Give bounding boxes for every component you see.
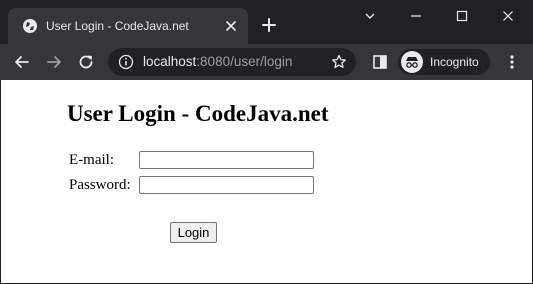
incognito-icon xyxy=(401,51,423,73)
tab-title: User Login - CodeJava.net xyxy=(46,19,189,33)
forward-arrow-icon[interactable] xyxy=(44,52,64,72)
new-tab-icon[interactable] xyxy=(260,16,278,34)
url-path: :8080/user/login xyxy=(196,54,293,69)
globe-icon xyxy=(23,19,37,33)
side-panel-icon[interactable] xyxy=(370,52,390,72)
password-field[interactable] xyxy=(139,176,314,194)
password-label: Password: xyxy=(69,177,131,193)
page-content: User Login - CodeJava.net E-mail: Passwo… xyxy=(1,80,532,283)
reload-icon[interactable] xyxy=(76,52,96,72)
maximize-icon[interactable] xyxy=(451,6,473,26)
close-icon[interactable] xyxy=(222,17,240,35)
address-bar[interactable]: localhost:8080/user/login xyxy=(108,48,356,76)
email-label: E-mail: xyxy=(69,152,114,168)
window-close-icon[interactable] xyxy=(497,6,519,26)
chevron-down-icon[interactable] xyxy=(359,6,381,26)
star-icon[interactable] xyxy=(330,53,348,71)
browser-toolbar: localhost:8080/user/login Incognito xyxy=(0,44,533,80)
url-host: localhost xyxy=(143,54,197,69)
incognito-label: Incognito xyxy=(430,55,479,69)
login-button[interactable]: Login xyxy=(170,222,217,243)
back-arrow-icon[interactable] xyxy=(12,52,32,72)
minimize-icon[interactable] xyxy=(405,6,427,26)
url-text[interactable]: localhost:8080/user/login xyxy=(143,54,292,70)
browser-window: User Login - CodeJava.net localhost:8080… xyxy=(0,0,533,284)
tab-strip: User Login - CodeJava.net xyxy=(0,0,533,44)
info-icon[interactable] xyxy=(118,54,134,70)
page-title: User Login - CodeJava.net xyxy=(67,101,329,126)
more-menu-icon[interactable] xyxy=(502,52,522,72)
email-field[interactable] xyxy=(139,151,314,169)
incognito-profile-button[interactable]: Incognito xyxy=(398,49,490,75)
browser-tab[interactable]: User Login - CodeJava.net xyxy=(8,8,248,44)
